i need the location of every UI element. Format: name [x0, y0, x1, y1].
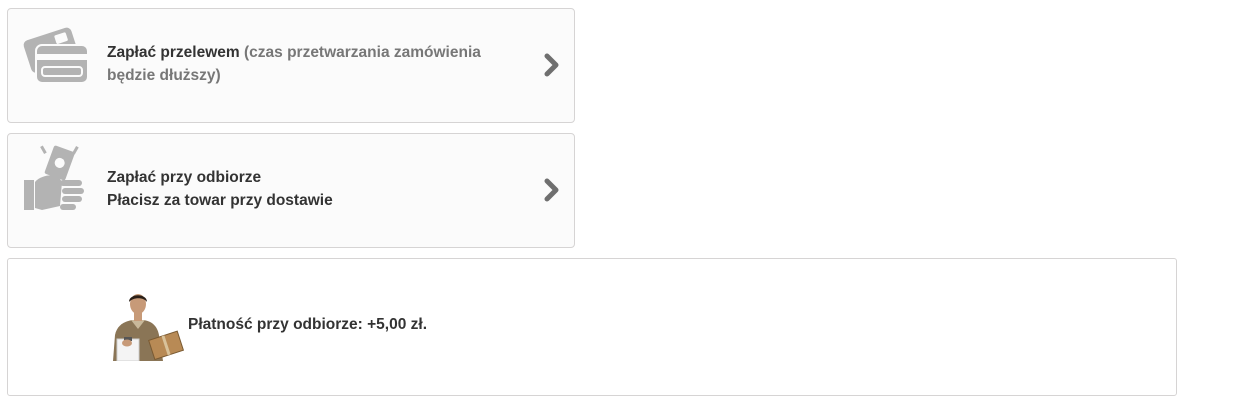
bankwire-title: Zapłać przelewem	[107, 44, 240, 61]
cod-subtitle: Płacisz za towar przy dostawie	[107, 192, 333, 209]
credit-card-icon	[23, 27, 89, 84]
cod-label: Zapłać przy odbiorze Płacisz za towar pr…	[107, 166, 524, 212]
cod-fee-info-box: Płatność przy odbiorze: +5,00 zł.	[7, 258, 1177, 396]
cod-fee-text: Płatność przy odbiorze: +5,00 zł.	[188, 316, 428, 333]
chevron-right-icon	[544, 178, 559, 202]
cod-title: Zapłać przy odbiorze	[107, 169, 262, 186]
pay-by-bankwire-option[interactable]: Zapłać przelewem (czas przetwarzania zam…	[7, 8, 575, 123]
cash-in-hand-icon	[24, 145, 84, 210]
courier-with-package-photo	[113, 294, 185, 361]
pay-cash-on-delivery-option[interactable]: Zapłać przy odbiorze Płacisz za towar pr…	[7, 133, 575, 248]
bankwire-label: Zapłać przelewem (czas przetwarzania zam…	[107, 41, 524, 87]
chevron-right-icon	[544, 53, 559, 77]
